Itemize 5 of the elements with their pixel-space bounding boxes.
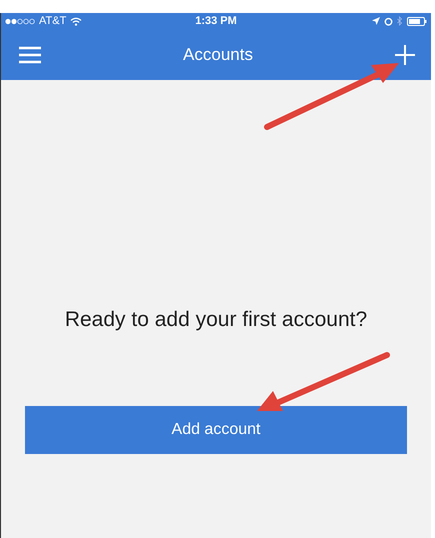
empty-state-message: Ready to add your first account? bbox=[64, 308, 368, 332]
screen-title: Accounts bbox=[183, 44, 253, 64]
carrier-name: AT&T bbox=[39, 15, 66, 27]
status-time: 1:33 PM bbox=[195, 15, 237, 27]
add-account-button[interactable]: Add account bbox=[25, 406, 407, 454]
